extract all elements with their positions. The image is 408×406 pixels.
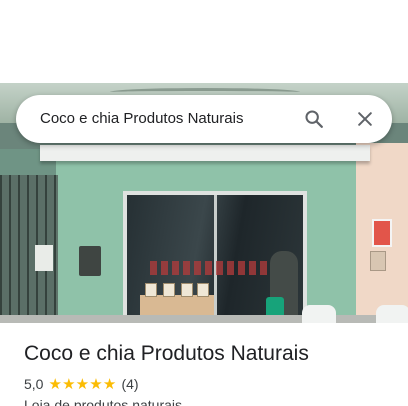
plastic-chair [302, 305, 336, 323]
meter-box [370, 251, 386, 271]
review-count[interactable]: (4) [121, 376, 138, 392]
intercom [79, 246, 101, 276]
search-bar: Coco e chia Produtos Naturais [16, 95, 392, 143]
sidewalk [0, 315, 408, 323]
plastic-chair [376, 305, 408, 323]
product-box [181, 283, 193, 297]
close-icon [358, 112, 372, 126]
star-icon: ★ [62, 375, 76, 393]
search-button[interactable] [302, 107, 326, 131]
product-box [145, 283, 157, 297]
search-input[interactable]: Coco e chia Produtos Naturais [40, 109, 243, 129]
star-rating: ★ ★ ★ ★ ★ [48, 377, 116, 392]
rating-value: 5,0 [24, 376, 44, 392]
gate-sign [35, 245, 53, 271]
star-icon: ★ [102, 375, 117, 393]
door-reflection-text [150, 261, 270, 275]
clear-search-button[interactable] [353, 107, 377, 131]
rating-row[interactable]: 5,0 ★ ★ ★ ★ ★ (4) [24, 375, 139, 393]
red-poster [372, 219, 392, 247]
star-icon: ★ [89, 375, 103, 393]
star-icon: ★ [48, 375, 62, 393]
place-category[interactable]: Loja de produtos naturais [24, 396, 182, 406]
search-icon [305, 110, 323, 128]
product-box [197, 283, 209, 297]
awning [40, 145, 370, 161]
star-icon: ★ [75, 375, 90, 393]
door-divider [214, 195, 217, 323]
place-title: Coco e chia Produtos Naturais [24, 342, 309, 365]
product-box [163, 283, 175, 297]
